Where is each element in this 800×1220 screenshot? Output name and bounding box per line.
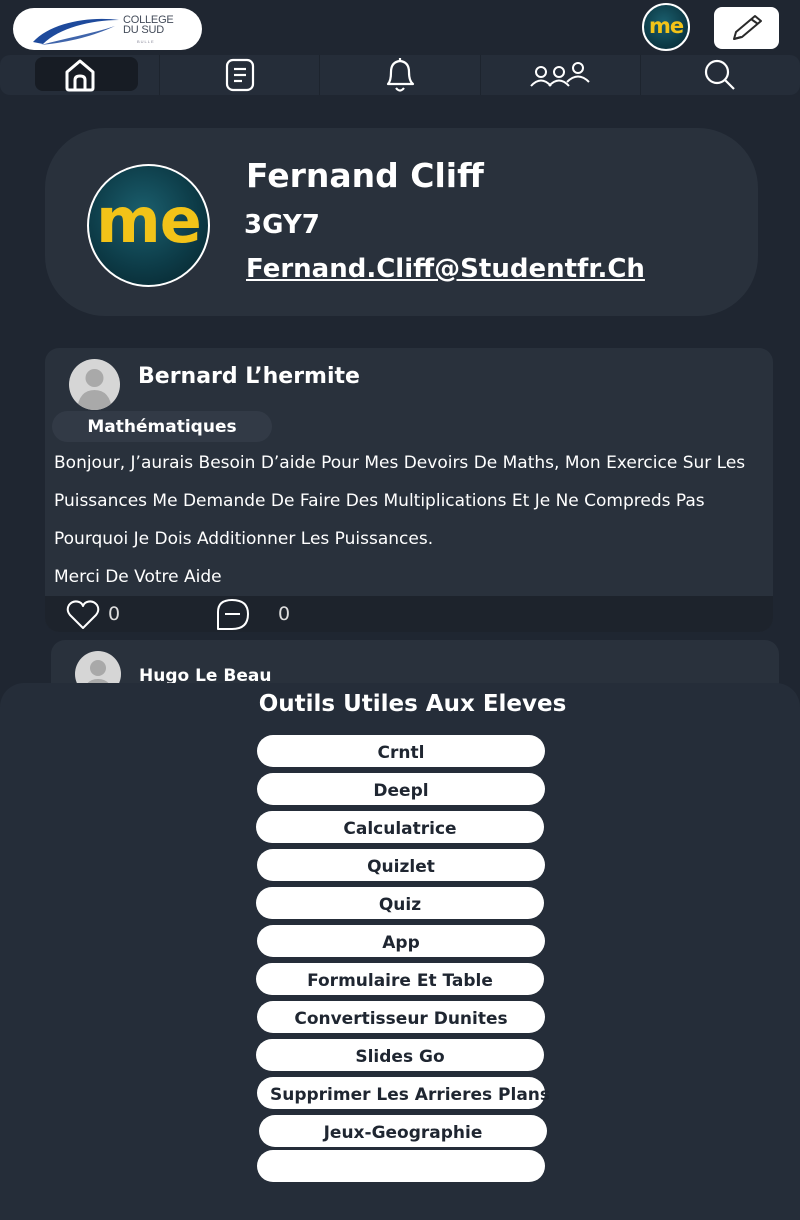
college-logo[interactable]: COLLEGE DU SUD BULLE xyxy=(13,8,202,50)
subject-tag[interactable]: Mathématiques xyxy=(52,411,272,442)
tool-button[interactable]: Jeux-Geographie xyxy=(259,1115,547,1147)
like-count: 0 xyxy=(108,603,121,625)
avatar-logo-text: me xyxy=(648,13,684,38)
group-icon xyxy=(530,62,590,87)
post-line: Bonjour, J’aurais Besoin D’aide Pour Mes… xyxy=(54,453,746,473)
tool-button[interactable] xyxy=(257,1150,545,1182)
post-author[interactable]: Bernard L’hermite xyxy=(138,364,360,389)
post-card[interactable]: Bernard L’hermite Mathématiques Bonjour,… xyxy=(45,348,773,632)
user-avatar-button[interactable]: me xyxy=(642,3,690,51)
profile-avatar: me xyxy=(87,164,210,287)
search-icon xyxy=(705,59,736,90)
tool-button[interactable]: Slides Go xyxy=(256,1039,544,1071)
tool-button[interactable]: Calculatrice xyxy=(256,811,544,843)
comment-icon[interactable] xyxy=(212,598,252,631)
post-line: Merci De Votre Aide xyxy=(54,567,222,587)
profile-name: Fernand Cliff xyxy=(246,156,484,195)
main-navigation xyxy=(0,55,800,95)
tool-button[interactable]: Crntl xyxy=(257,735,545,767)
profile-class: 3GY7 xyxy=(244,210,320,240)
tool-button[interactable]: Formulaire Et Table xyxy=(256,963,544,995)
bell-icon xyxy=(386,58,415,92)
nav-home[interactable] xyxy=(0,55,161,95)
tools-title: Outils Utiles Aux Eleves xyxy=(258,691,567,717)
avatar-logo-text: me xyxy=(96,184,202,257)
nav-search[interactable] xyxy=(641,55,800,95)
avatar xyxy=(69,359,120,410)
tool-button[interactable]: Quiz xyxy=(256,887,544,919)
comment-count: 0 xyxy=(278,603,291,625)
profile-card: me Fernand Cliff 3GY7 Fernand.Cliff@Stud… xyxy=(45,128,758,316)
tool-button[interactable]: Deepl xyxy=(257,773,545,805)
pencil-icon xyxy=(732,15,762,40)
new-post-button[interactable] xyxy=(714,7,779,49)
logo-subtext: BULLE xyxy=(137,39,155,44)
tool-button[interactable]: App xyxy=(257,925,545,957)
tool-button[interactable]: Supprimer Les Arrieres Plans xyxy=(257,1077,550,1109)
heart-icon[interactable] xyxy=(65,599,101,631)
tool-button[interactable]: Quizlet xyxy=(257,849,545,881)
home-icon xyxy=(65,59,95,92)
post-line: Pourquoi Je Dois Additionner Les Puissan… xyxy=(54,529,434,549)
post-body: Bonjour, J’aurais Besoin D’aide Pour Mes… xyxy=(54,444,754,596)
notes-icon xyxy=(225,58,254,92)
logo-swoosh-icon xyxy=(33,18,119,45)
nav-notes[interactable] xyxy=(160,55,321,95)
nav-notifications[interactable] xyxy=(320,55,481,95)
logo-text: COLLEGE DU SUD xyxy=(123,14,174,36)
profile-email-link[interactable]: Fernand.Cliff@Studentfr.Ch xyxy=(246,254,645,284)
person-icon xyxy=(77,369,112,410)
nav-groups[interactable] xyxy=(481,55,641,95)
post-actions: 0 0 xyxy=(45,596,773,632)
tool-button[interactable]: Convertisseur Dunites xyxy=(257,1001,545,1033)
post-line: Puissances Me Demande De Faire Des Multi… xyxy=(54,491,705,511)
student-tools-panel: Outils Utiles Aux Eleves Crntl Deepl Cal… xyxy=(0,683,800,1220)
